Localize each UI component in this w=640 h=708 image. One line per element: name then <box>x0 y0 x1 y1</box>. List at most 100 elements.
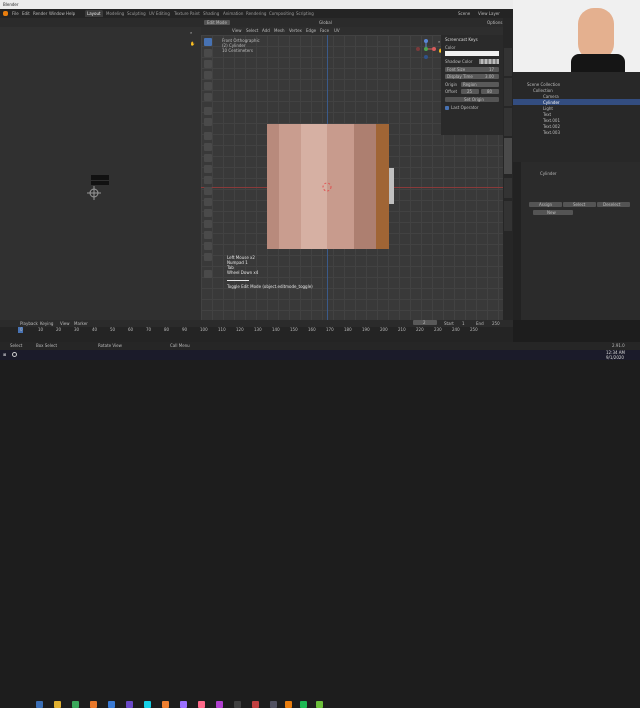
blender-logo-icon[interactable] <box>3 11 8 16</box>
outliner[interactable]: Scene Collection Collection Camera Cylin… <box>513 72 640 162</box>
poly-build-tool-icon[interactable] <box>204 187 212 195</box>
origin-dropdown[interactable]: Region <box>461 82 499 87</box>
timeline-marker[interactable]: Marker <box>74 321 88 326</box>
zoom-icon[interactable]: ⌕ <box>190 30 192 35</box>
sidebar-tab-screencast-pro[interactable] <box>504 201 512 231</box>
properties-editor[interactable]: Cylinder Assign Select Deselect New <box>513 162 640 320</box>
photoshop-icon[interactable] <box>144 701 151 708</box>
app-icon[interactable] <box>270 701 277 708</box>
last-operator-checkbox[interactable] <box>445 106 449 110</box>
premiere-icon[interactable] <box>180 701 187 708</box>
menu-help[interactable]: Help <box>66 11 75 16</box>
sidebar-tab-view[interactable] <box>504 108 512 136</box>
shear-tool-icon[interactable] <box>204 242 212 250</box>
current-frame-field[interactable]: 2 <box>413 320 437 325</box>
deselect-button[interactable]: Deselect <box>597 202 630 207</box>
spin-tool-icon[interactable] <box>204 198 212 206</box>
font-size-field[interactable]: Font Size 17 <box>445 67 499 72</box>
outliner-item[interactable]: Text.001 <box>543 118 560 123</box>
app-icon[interactable] <box>126 701 133 708</box>
sidebar-tab-edit[interactable] <box>504 178 512 198</box>
transform-tool-icon[interactable] <box>204 93 212 101</box>
scene-selector[interactable]: Scene <box>458 11 470 16</box>
outliner-item[interactable]: Collection <box>533 88 553 93</box>
gizmo-handle[interactable] <box>389 168 394 204</box>
shrink-tool-icon[interactable] <box>204 231 212 239</box>
app-icon[interactable] <box>252 701 259 708</box>
rotate-tool-icon[interactable] <box>204 71 212 79</box>
timeline-keying[interactable]: Keying <box>40 321 53 326</box>
end-frame[interactable]: 250 <box>492 321 500 326</box>
tab-texture-paint[interactable]: Texture Paint <box>172 10 202 17</box>
tab-rendering[interactable]: Rendering <box>244 10 268 17</box>
options-menu[interactable]: Options <box>487 20 502 25</box>
sidebar-tab-tool[interactable] <box>504 78 512 106</box>
outliner-item[interactable]: Text.003 <box>543 130 560 135</box>
menu-window[interactable]: Window <box>49 11 65 16</box>
menu-file[interactable]: File <box>12 11 19 16</box>
new-button[interactable]: New <box>533 210 573 215</box>
edit-tool-icon[interactable] <box>204 270 212 278</box>
illustrator-icon[interactable] <box>162 701 169 708</box>
bevel-tool-icon[interactable] <box>204 154 212 162</box>
timeline[interactable]: Playback Keying View Marker 2 Start 1 En… <box>0 320 513 342</box>
inset-tool-icon[interactable] <box>204 143 212 151</box>
spotify-icon[interactable] <box>300 701 307 708</box>
offset-y-field[interactable]: 80 <box>481 89 499 94</box>
extrude-tool-icon[interactable] <box>204 132 212 140</box>
timeline-view[interactable]: View <box>60 321 70 326</box>
smooth-tool-icon[interactable] <box>204 209 212 217</box>
start-frame[interactable]: 1 <box>462 321 465 326</box>
cursor-tool-icon[interactable] <box>204 49 212 57</box>
after-effects-icon[interactable] <box>216 701 223 708</box>
app-icon[interactable] <box>316 701 323 708</box>
knife-tool-icon[interactable] <box>204 176 212 184</box>
measure-tool-icon[interactable] <box>204 118 212 126</box>
view-layer-selector[interactable]: View Layer <box>478 11 500 16</box>
select-button[interactable]: Select <box>563 202 596 207</box>
3d-cursor-icon[interactable] <box>321 181 333 193</box>
edge-slide-tool-icon[interactable] <box>204 220 212 228</box>
firefox-icon[interactable] <box>90 701 97 708</box>
app-icon[interactable] <box>108 701 115 708</box>
tab-layout[interactable]: Layout <box>85 10 103 17</box>
taskbar-date[interactable]: 9/1/2020 <box>606 355 624 360</box>
sidebar-tab-item[interactable] <box>504 48 512 76</box>
outliner-item[interactable]: Text <box>543 112 551 117</box>
menu-edit[interactable]: Edit <box>22 11 30 16</box>
chrome-icon[interactable] <box>72 701 79 708</box>
timeline-track[interactable]: 0 10 20 30 40 50 60 70 80 90 100 110 120… <box>0 327 513 342</box>
tab-compositing[interactable]: Compositing <box>267 10 296 17</box>
color-field[interactable] <box>445 51 499 56</box>
move-tool-icon[interactable] <box>204 60 212 68</box>
menu-view[interactable]: View <box>232 28 242 33</box>
zoom-view-icon[interactable]: ⌕ <box>438 39 440 44</box>
menu-vertex[interactable]: Vertex <box>289 28 302 33</box>
tab-shading[interactable]: Shading <box>201 10 221 17</box>
outliner-item[interactable]: Text.002 <box>543 124 560 129</box>
rip-tool-icon[interactable] <box>204 253 212 261</box>
tab-modeling[interactable]: Modeling <box>104 10 126 17</box>
sidebar-tab-screencast-keys[interactable] <box>504 138 512 174</box>
transform-orientation[interactable]: Global <box>319 20 332 25</box>
outliner-item[interactable]: Light <box>543 106 553 111</box>
explorer-icon[interactable] <box>54 701 61 708</box>
windows-start-icon[interactable]: ⊞ <box>3 352 6 357</box>
offset-x-field[interactable]: 25 <box>461 89 479 94</box>
outliner-item[interactable]: Cylinder <box>543 100 560 105</box>
select-box-tool-icon[interactable] <box>204 38 212 46</box>
outliner-row-selected[interactable] <box>513 99 640 105</box>
playback-controls[interactable] <box>232 320 272 326</box>
menu-add[interactable]: Add <box>262 28 270 33</box>
menu-select[interactable]: Select <box>246 28 258 33</box>
app-icon[interactable] <box>198 701 205 708</box>
navigation-gizmo[interactable] <box>415 38 437 60</box>
tab-scripting[interactable]: Scripting <box>294 10 316 17</box>
left-editor[interactable]: ⌕ ✋ <box>0 18 201 320</box>
set-origin-button[interactable]: Set Origin <box>445 97 499 102</box>
pan-icon[interactable]: ✋ <box>190 41 195 46</box>
timeline-playback[interactable]: Playback <box>20 321 38 326</box>
shadow-color-field[interactable] <box>479 59 499 64</box>
menu-face[interactable]: Face <box>320 28 329 33</box>
display-time-field[interactable]: Display Time 3.00 <box>445 74 499 79</box>
